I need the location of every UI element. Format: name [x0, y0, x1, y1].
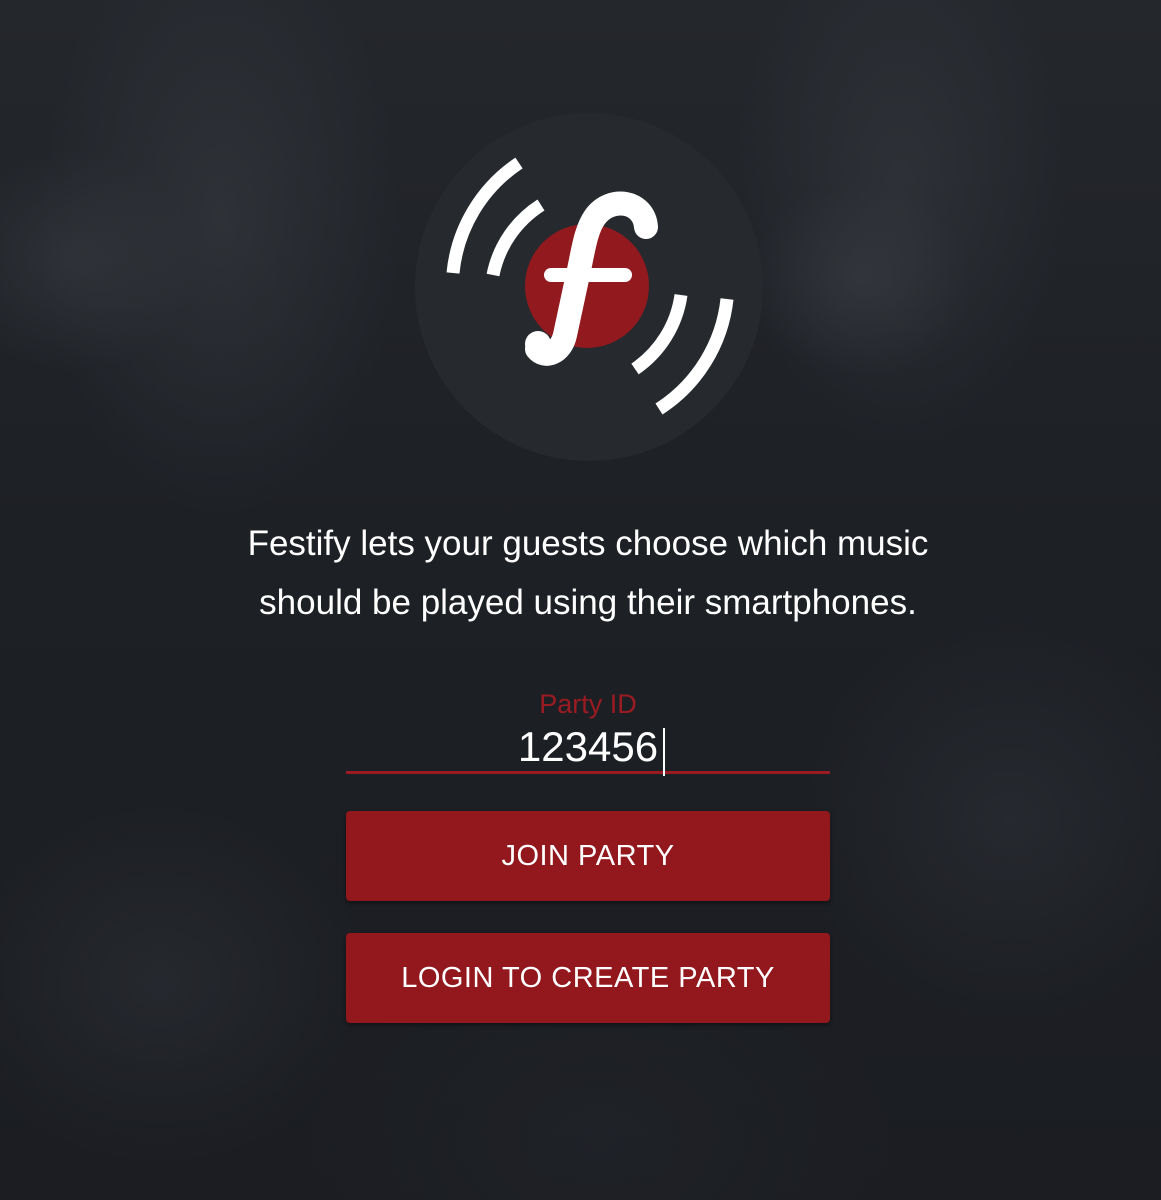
party-id-label: Party ID	[539, 689, 637, 719]
party-id-field: Party ID	[346, 684, 830, 779]
text-cursor	[663, 728, 665, 776]
tagline: Festify lets your guests choose which mu…	[150, 514, 1026, 632]
tagline-line-2: should be played using their smartphones…	[259, 583, 917, 622]
tagline-line-1: Festify lets your guests choose which mu…	[247, 524, 929, 563]
festify-logo	[415, 113, 763, 461]
login-create-party-button[interactable]: LOGIN TO CREATE PARTY	[346, 933, 830, 1023]
festify-logo-icon	[446, 157, 734, 415]
party-id-input[interactable]	[346, 722, 830, 774]
join-party-button[interactable]: JOIN PARTY	[346, 811, 830, 901]
